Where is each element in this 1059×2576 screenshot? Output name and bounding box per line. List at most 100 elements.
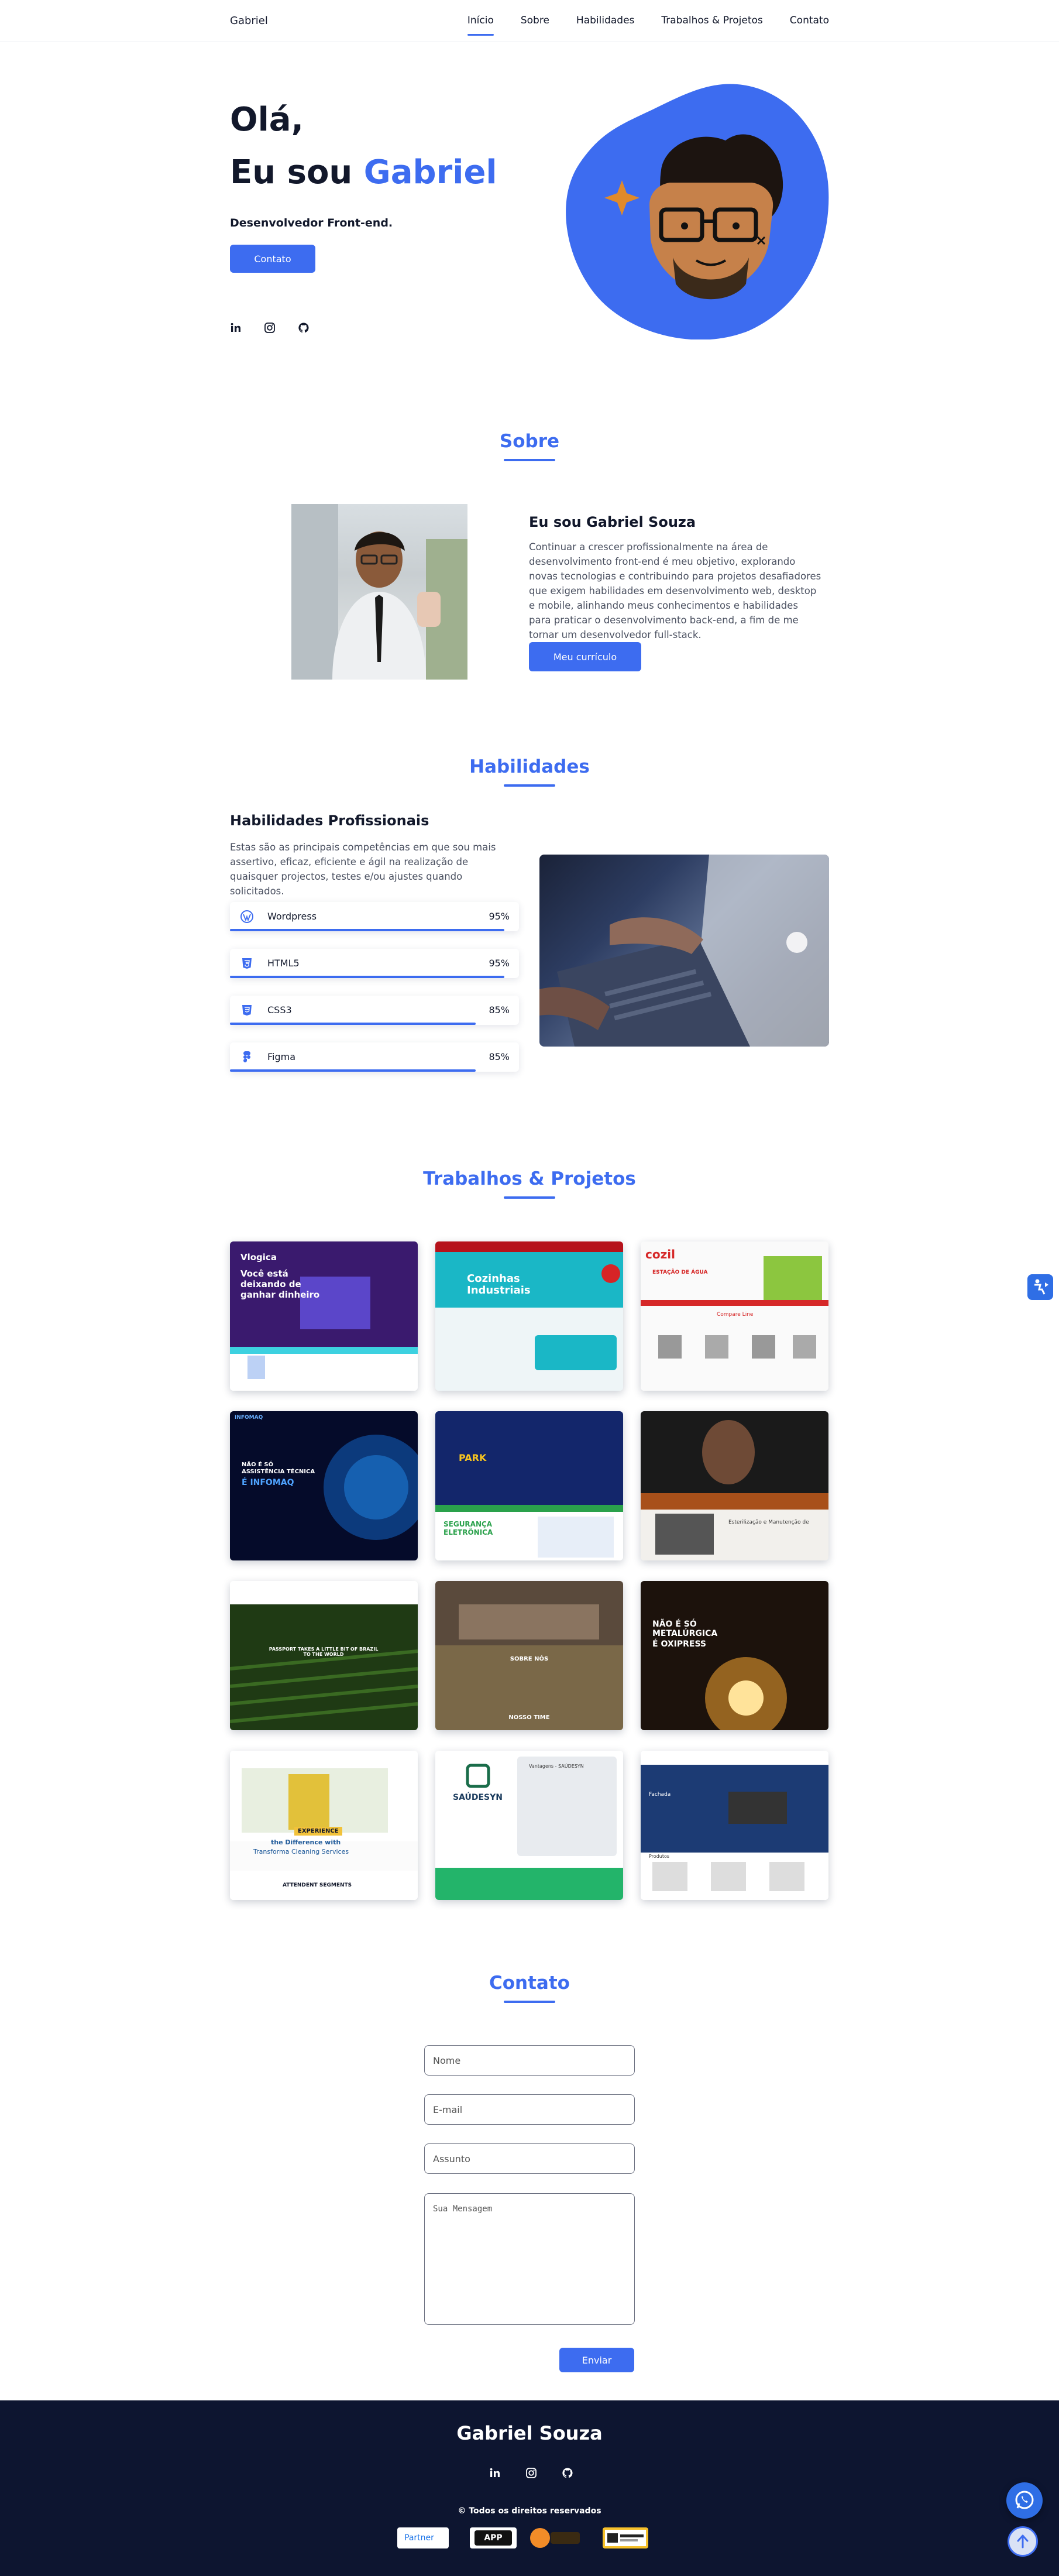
project-card[interactable]: EXPERIENCE the Difference with Transform… (230, 1751, 418, 1900)
html5-icon (240, 957, 253, 970)
contact-section-title: Contato (489, 1973, 570, 1994)
skill-percent: 85% (489, 1051, 510, 1062)
hero-avatar-illustration (562, 82, 830, 340)
linkedin-icon[interactable] (230, 322, 242, 334)
project-text: NÃO É SÓ ASSISTÊNCIA TÉCNICA (242, 1462, 315, 1475)
skill-progress-bar (230, 929, 505, 931)
project-card[interactable]: Fachada Produtos (641, 1751, 828, 1900)
orange-badge (530, 2527, 582, 2548)
profile-photo (291, 504, 467, 680)
subject-field[interactable]: Assunto (424, 2143, 635, 2174)
projects-section-title: Trabalhos & Projetos (423, 1168, 636, 1189)
project-card[interactable]: NÃO É SÓ METALÚRGICA É OXIPRESS (641, 1581, 828, 1730)
nav-link-sobre[interactable]: Sobre (521, 15, 549, 26)
github-icon[interactable] (298, 322, 310, 334)
project-text: Vlogica (240, 1252, 277, 1263)
nav-link-habilidades[interactable]: Habilidades (576, 15, 634, 26)
instagram-icon[interactable] (264, 322, 276, 334)
about-title-underline (504, 459, 555, 461)
project-text: the Difference with (271, 1838, 341, 1846)
project-text: É INFOMAQ (242, 1478, 294, 1487)
project-card[interactable]: INFOMAQ NÃO É SÓ ASSISTÊNCIA TÉCNICA É I… (230, 1411, 418, 1560)
about-section-title: Sobre (499, 431, 560, 452)
project-card[interactable]: Esterilização e Manutenção de (641, 1411, 828, 1560)
skills-title-underline (504, 784, 555, 787)
brand-logo[interactable]: Gabriel (230, 15, 268, 27)
wordpress-icon (240, 910, 253, 923)
skill-progress-bar (230, 976, 505, 978)
project-card[interactable]: cozil ESTAÇÃO DE ÁGUA Compare Line (641, 1241, 828, 1391)
project-text: SEGURANÇA ELETRÔNICA (443, 1520, 493, 1536)
project-text: Transforma Cleaning Services (253, 1848, 349, 1855)
nav-link-contato[interactable]: Contato (790, 15, 829, 26)
project-card[interactable]: SOBRE NÓS NOSSO TIME (435, 1581, 623, 1730)
skill-progress-bar (230, 1069, 476, 1072)
project-text: PASSPORT TAKES A LITTLE BIT OF BRAZIL TO… (269, 1647, 379, 1657)
about-heading: Eu sou Gabriel Souza (529, 514, 696, 530)
name-field[interactable]: Nome (424, 2045, 635, 2076)
skill-percent: 95% (489, 958, 510, 969)
skill-name: Figma (267, 1051, 296, 1062)
skill-progress-bar (230, 1023, 476, 1025)
send-button[interactable]: Enviar (559, 2348, 634, 2372)
partner-badge-label: Partner (404, 2533, 434, 2543)
project-text: Fachada (649, 1792, 671, 1798)
nav-link-inicio[interactable]: Início (467, 15, 494, 36)
project-text: PARK (459, 1452, 487, 1463)
hero-intro: Eu sou Gabriel (230, 146, 497, 199)
project-text: EXPERIENCE (294, 1827, 342, 1836)
project-text: Compare Line (717, 1312, 754, 1318)
hero-role: Desenvolvedor Front-end. (230, 217, 393, 229)
skill-name: CSS3 (267, 1004, 292, 1016)
footer-name: Gabriel Souza (456, 2422, 603, 2444)
projects-grid: Vlogica Você está deixando de ganhar din… (230, 1241, 829, 1900)
hero-heading: Olá, Eu sou Gabriel (230, 94, 497, 199)
skill-html5: HTML5 95% (230, 949, 519, 978)
laptop-photo (539, 855, 829, 1047)
skills-heading: Habilidades Profissionais (230, 812, 429, 829)
hero-socials (230, 322, 310, 334)
contact-title-underline (504, 2001, 555, 2003)
project-card[interactable]: PARK SEGURANÇA ELETRÔNICA (435, 1411, 623, 1560)
scroll-to-top-icon[interactable] (1008, 2526, 1038, 2557)
project-text: ESTAÇÃO DE ÁGUA (652, 1270, 708, 1275)
project-text: Você está deixando de ganhar dinheiro (240, 1268, 320, 1300)
project-card[interactable]: Vlogica Você está deixando de ganhar din… (230, 1241, 418, 1391)
whatsapp-icon[interactable] (1006, 2482, 1043, 2519)
project-text: SOBRE NÓS (510, 1656, 549, 1662)
project-text: cozil (645, 1247, 675, 1261)
project-text: NOSSO TIME (508, 1714, 550, 1721)
project-card[interactable]: PASSPORT TAKES A LITTLE BIT OF BRAZIL TO… (230, 1581, 418, 1730)
project-text: NÃO É SÓ METALÚRGICA (652, 1620, 718, 1638)
project-card[interactable]: SAÚDESYN Vantagens - SAÚDESYN (435, 1751, 623, 1900)
skill-wordpress: Wordpress 95% (230, 902, 519, 931)
skill-name: Wordpress (267, 911, 317, 922)
linkedin-icon[interactable] (489, 2467, 501, 2479)
nav-link-projetos[interactable]: Trabalhos & Projetos (661, 15, 762, 26)
project-text: Vantagens - SAÚDESYN (529, 1764, 584, 1769)
figma-icon (240, 1051, 253, 1064)
project-text: É OXIPRESS (652, 1639, 706, 1649)
project-text: Produtos (649, 1854, 670, 1859)
instagram-icon[interactable] (525, 2467, 537, 2479)
email-field[interactable]: E-mail (424, 2094, 635, 2125)
resume-button[interactable]: Meu currículo (529, 642, 641, 671)
hero-intro-prefix: Eu sou (230, 153, 353, 191)
skill-percent: 85% (489, 1004, 510, 1016)
project-text: Esterilização e Manutenção de (728, 1519, 809, 1525)
hero-contact-button[interactable]: Contato (230, 245, 315, 273)
css3-icon (240, 1004, 253, 1017)
nav-links: Início Sobre Habilidades Trabalhos & Pro… (467, 15, 829, 36)
skills-section-title: Habilidades (469, 756, 590, 777)
skills-text: Estas são as principais competências em … (230, 842, 496, 897)
hero-greeting: Olá, (230, 101, 304, 139)
skill-css3: CSS3 85% (230, 996, 519, 1025)
top-navbar: Gabriel Início Sobre Habilidades Trabalh… (0, 0, 1059, 42)
projects-title-underline (504, 1196, 555, 1199)
accessibility-icon[interactable] (1027, 1274, 1053, 1300)
project-card[interactable]: Cozinhas Industriais (435, 1241, 623, 1391)
message-field[interactable]: Sua Mensagem (424, 2193, 635, 2325)
skill-percent: 95% (489, 911, 510, 922)
github-icon[interactable] (562, 2467, 573, 2479)
partner-badge: Partner (397, 2527, 449, 2548)
